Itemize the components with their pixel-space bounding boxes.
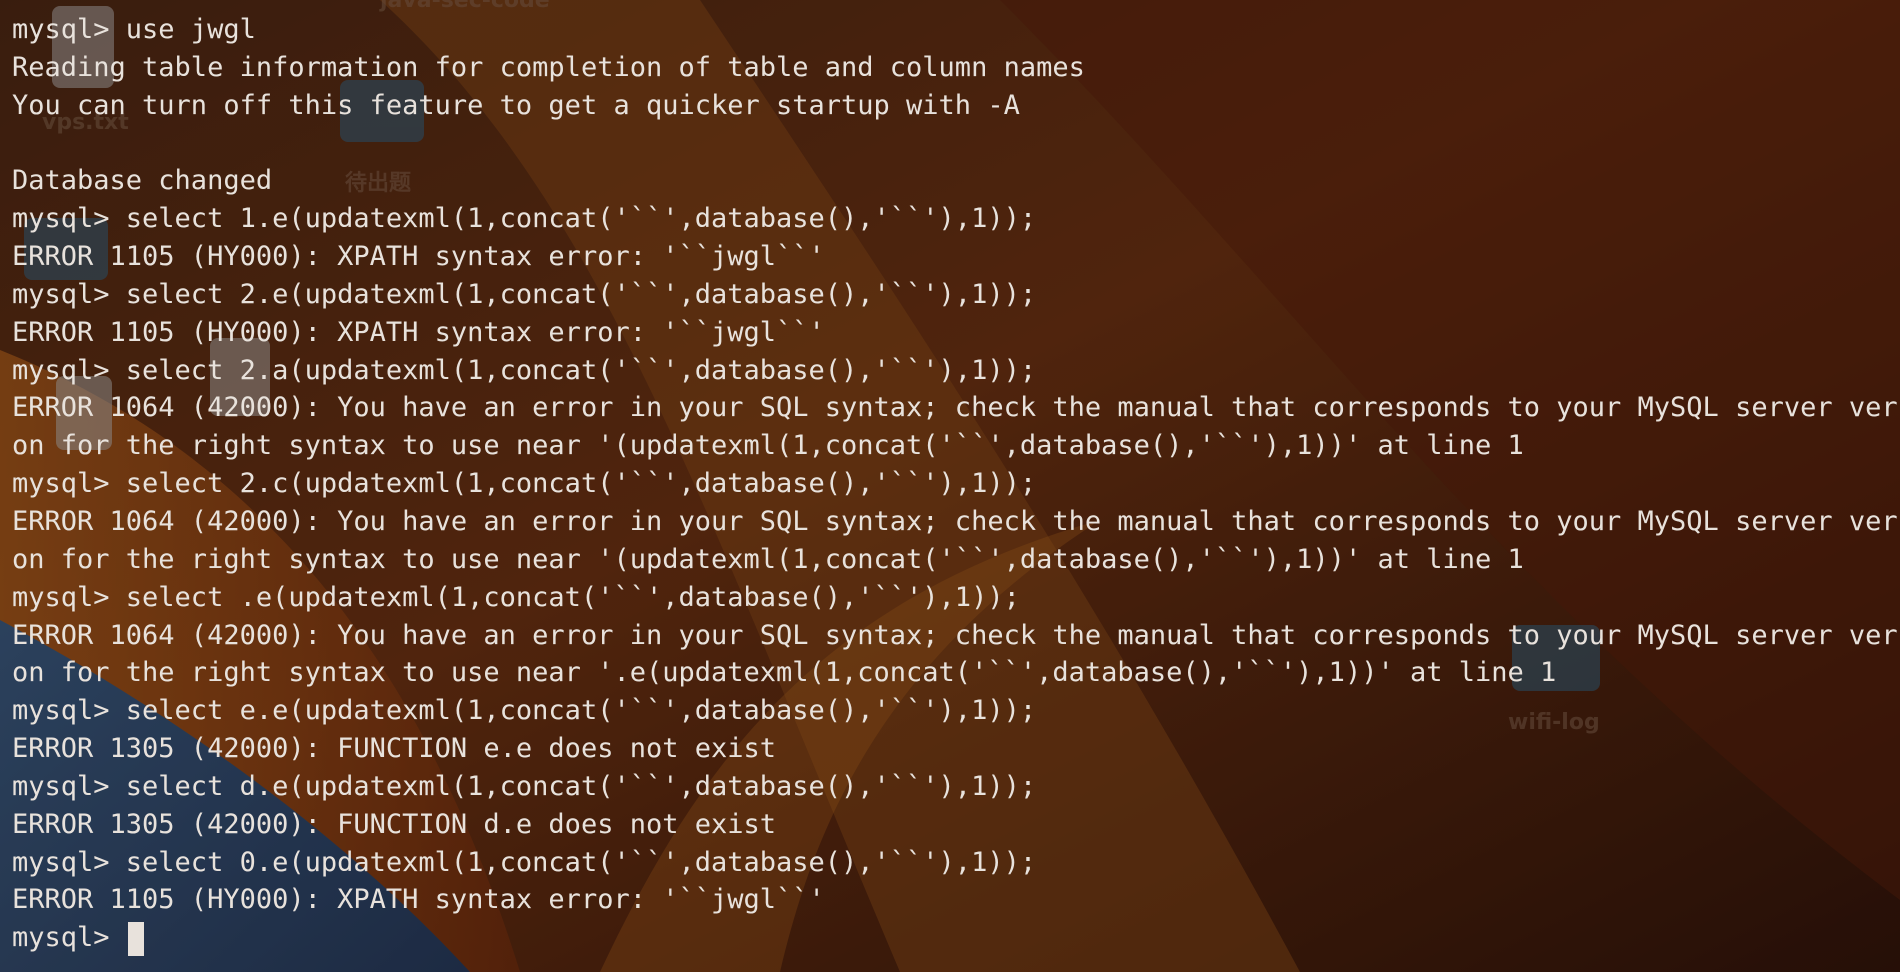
terminal-output-line: ERROR 1305 (42000): FUNCTION d.e does no… xyxy=(12,808,777,840)
terminal-output-line: on for the right syntax to use near '.e(… xyxy=(12,657,1557,689)
terminal-command-line: mysql> select d.e(updatexml(1,concat('``… xyxy=(12,770,1037,802)
terminal-output-line: ERROR 1305 (42000): FUNCTION e.e does no… xyxy=(12,733,777,765)
terminal-command-line: mysql> use jwgl xyxy=(12,14,256,45)
terminal-output[interactable]: mysql> use jwgl Reading table information… xyxy=(12,11,1900,957)
terminal-output-line: Database changed xyxy=(12,165,273,197)
terminal-command-line: mysql> select 2.a(updatexml(1,concat('``… xyxy=(12,354,1037,386)
terminal-command-line: mysql> select 2.c(updatexml(1,concat('``… xyxy=(12,468,1037,500)
terminal-window[interactable]: mysql> use jwgl Reading table information… xyxy=(0,0,1900,972)
terminal-command-line: mysql> select 0.e(updatexml(1,concat('``… xyxy=(12,846,1037,878)
terminal-prompt-line[interactable]: mysql> xyxy=(12,919,1900,957)
prompt-spacer xyxy=(110,922,126,953)
terminal-output-line: ERROR 1064 (42000): You have an error in… xyxy=(12,619,1900,651)
terminal-command-line: mysql> select 1.e(updatexml(1,concat('``… xyxy=(12,203,1037,235)
terminal-command-line: mysql> select .e(updatexml(1,concat('``'… xyxy=(12,581,1020,613)
terminal-output-line: ERROR 1105 (HY000): XPATH syntax error: … xyxy=(12,316,825,348)
terminal-output-line: ERROR 1064 (42000): You have an error in… xyxy=(12,505,1900,537)
terminal-output-line: ERROR 1105 (HY000): XPATH syntax error: … xyxy=(12,884,825,916)
terminal-output-line: Reading table information for completion… xyxy=(12,51,1085,83)
terminal-command-line: mysql> select 2.e(updatexml(1,concat('``… xyxy=(12,278,1037,310)
terminal-output-line: ERROR 1105 (HY000): XPATH syntax error: … xyxy=(12,241,825,273)
terminal-output-line: on for the right syntax to use near '(up… xyxy=(12,543,1524,575)
terminal-command-line: mysql> select e.e(updatexml(1,concat('``… xyxy=(12,695,1037,727)
terminal-output-line: ERROR 1064 (42000): You have an error in… xyxy=(12,392,1900,424)
terminal-prompt: mysql> xyxy=(12,922,110,954)
text-cursor xyxy=(127,921,144,956)
terminal-output-line: on for the right syntax to use near '(up… xyxy=(12,430,1524,462)
terminal-output-line: You can turn off this feature to get a q… xyxy=(12,89,1020,121)
